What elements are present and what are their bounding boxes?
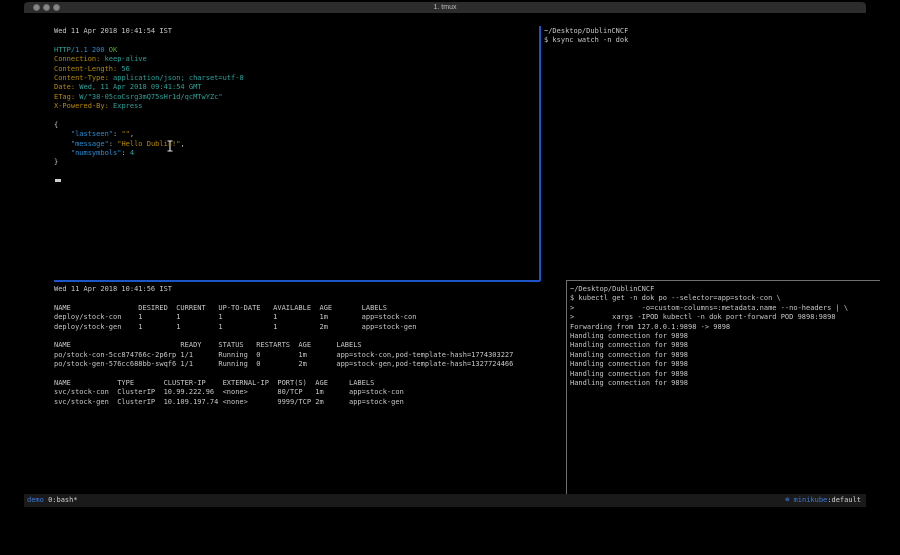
terminal-line: { bbox=[54, 121, 536, 130]
status-right: ☸ minikube:default bbox=[785, 494, 861, 507]
pane-kubectl-get[interactable]: Wed 11 Apr 2018 10:41:56 IST NAME DESIRE… bbox=[54, 285, 562, 503]
pane-divider-horizontal-right[interactable] bbox=[566, 280, 880, 281]
terminal-line: $ kubectl get -n dok po --selector=app=s… bbox=[570, 294, 886, 303]
terminal-line: Forwarding from 127.0.0.1:9898 -> 9898 bbox=[570, 323, 886, 332]
pane-ksync-watch[interactable]: ~/Desktop/DublinCNCF$ ksync watch -n dok bbox=[544, 27, 884, 277]
terminal-line: "lastseen": "", bbox=[54, 130, 536, 139]
status-left: demo 0:bash* bbox=[27, 494, 78, 507]
terminal-line bbox=[54, 332, 562, 341]
terminal-content: Wed 11 Apr 2018 10:41:54 IST HTTP/1.1 20… bbox=[24, 13, 866, 494]
kube-namespace-label: :default bbox=[827, 496, 861, 504]
terminal-line: Wed 11 Apr 2018 10:41:54 IST bbox=[54, 27, 536, 36]
terminal-line: ~/Desktop/DublinCNCF bbox=[544, 27, 884, 36]
terminal-line: Date: Wed, 11 Apr 2018 09:41:54 GMT bbox=[54, 83, 536, 92]
terminal-line: Handling connection for 9898 bbox=[570, 332, 886, 341]
terminal-line: Handling connection for 9898 bbox=[570, 360, 886, 369]
pane-divider-vertical-bottom[interactable] bbox=[566, 281, 567, 506]
terminal-line: Handling connection for 9898 bbox=[570, 351, 886, 360]
window-titlebar[interactable]: 1. tmux bbox=[24, 2, 866, 13]
terminal-line: > xargs -IPOD kubectl -n dok port-forwar… bbox=[570, 313, 886, 322]
terminal-line: ~/Desktop/DublinCNCF bbox=[570, 285, 886, 294]
terminal-line: Handling connection for 9898 bbox=[570, 341, 886, 350]
pane-port-forward[interactable]: ~/Desktop/DublinCNCF$ kubectl get -n dok… bbox=[570, 285, 886, 503]
terminal-line: svc/stock-gen ClusterIP 10.109.197.74 <n… bbox=[54, 398, 562, 407]
mouse-ibeam-cursor bbox=[166, 137, 174, 156]
traffic-lights bbox=[33, 4, 60, 11]
desktop-background: 1. tmux Wed 11 Apr 2018 10:41:54 IST HTT… bbox=[0, 0, 900, 555]
terminal-line: po/stock-con-5cc874766c-2p6rp 1/1 Runnin… bbox=[54, 351, 562, 360]
terminal-line: po/stock-gen-576cc688bb-swqf6 1/1 Runnin… bbox=[54, 360, 562, 369]
terminal-line: Content-Length: 56 bbox=[54, 65, 536, 74]
terminal-line: NAME TYPE CLUSTER-IP EXTERNAL-IP PORT(S)… bbox=[54, 379, 562, 388]
terminal-line: > -o=custom-columns=:metadata.name --no-… bbox=[570, 304, 886, 313]
terminal-line: svc/stock-con ClusterIP 10.99.222.96 <no… bbox=[54, 388, 562, 397]
terminal-line: $ ksync watch -n dok bbox=[544, 36, 884, 45]
terminal-line: "numsymbols": 4 bbox=[54, 149, 536, 158]
terminal-line: Content-Type: application/json; charset=… bbox=[54, 74, 536, 83]
pane-divider-vertical-top[interactable] bbox=[539, 26, 541, 281]
terminal-line: Handling connection for 9898 bbox=[570, 370, 886, 379]
terminal-line bbox=[54, 370, 562, 379]
terminal-line: NAME DESIRED CURRENT UP-TO-DATE AVAILABL… bbox=[54, 304, 562, 313]
terminal-line bbox=[54, 36, 536, 45]
terminal-line: Connection: keep-alive bbox=[54, 55, 536, 64]
close-button[interactable] bbox=[33, 4, 40, 11]
terminal-line: Handling connection for 9898 bbox=[570, 379, 886, 388]
tmux-session-name: demo bbox=[27, 496, 44, 504]
terminal-line bbox=[54, 112, 536, 121]
pane-http-response[interactable]: Wed 11 Apr 2018 10:41:54 IST HTTP/1.1 20… bbox=[54, 27, 536, 277]
terminal-line: X-Powered-By: Express bbox=[54, 102, 536, 111]
pane-divider-horizontal-left[interactable] bbox=[54, 280, 540, 282]
terminal-line bbox=[54, 294, 562, 303]
terminal-line: NAME READY STATUS RESTARTS AGE LABELS bbox=[54, 341, 562, 350]
window-title: 1. tmux bbox=[24, 2, 866, 13]
minimize-button[interactable] bbox=[43, 4, 50, 11]
terminal-line: ETag: W/"38-05coCsrg3mQ75sHr1d/qcMTwYZc" bbox=[54, 93, 536, 102]
terminal-line: HTTP/1.1 200 OK bbox=[54, 46, 536, 55]
terminal-line: deploy/stock-con 1 1 1 1 1m app=stock-co… bbox=[54, 313, 562, 322]
terminal-line: } bbox=[54, 158, 536, 167]
terminal-line: Wed 11 Apr 2018 10:41:56 IST bbox=[54, 285, 562, 294]
text-cursor-block bbox=[55, 179, 61, 183]
kube-context-name: minikube bbox=[789, 496, 827, 504]
zoom-button[interactable] bbox=[53, 4, 60, 11]
tmux-window-label[interactable]: 0:bash* bbox=[48, 496, 78, 504]
terminal-line: "message": "Hello Dublin!", bbox=[54, 140, 536, 149]
tmux-status-bar: demo 0:bash* ☸ minikube:default bbox=[24, 494, 866, 507]
terminal-line: deploy/stock-gen 1 1 1 1 2m app=stock-ge… bbox=[54, 323, 562, 332]
